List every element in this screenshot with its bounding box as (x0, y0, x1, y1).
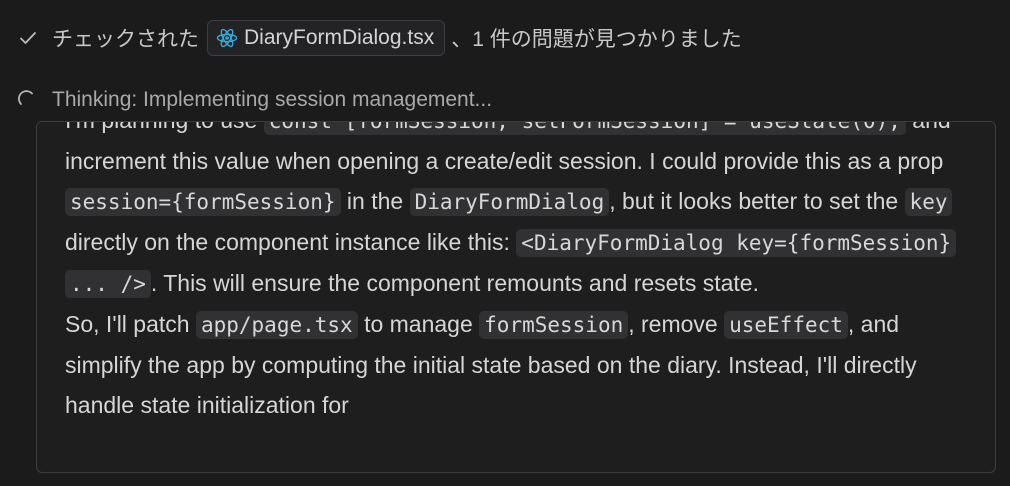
inline-code: session={formSession} (65, 188, 341, 216)
body-text: So, I'll patch (65, 311, 196, 337)
inline-code: DiaryFormDialog (409, 188, 610, 216)
thinking-label: Thinking: Implementing session managemen… (52, 88, 493, 111)
inline-code: app/page.tsx (195, 311, 358, 339)
thinking-header[interactable]: Thinking: Implementing session managemen… (18, 83, 492, 117)
spinner-icon (18, 90, 38, 110)
checked-prefix: チェックされた (52, 28, 199, 51)
checked-suffix: 、1 件の問題が見つかりました (451, 28, 742, 51)
file-chip[interactable]: DiaryFormDialog.tsx (207, 20, 446, 56)
body-text: . This will ensure the component remount… (150, 270, 759, 296)
thinking-content-panel[interactable]: I'm planning to use const [formSession, … (36, 121, 996, 473)
inline-code: key (904, 188, 953, 216)
check-icon (18, 28, 38, 48)
body-text: in the (340, 188, 410, 214)
file-name: DiaryFormDialog.tsx (244, 26, 435, 49)
inline-code: formSession (479, 311, 629, 339)
inline-code: const [formSession, setFormSession] = us… (263, 122, 906, 135)
inline-code: useEffect (724, 311, 848, 339)
body-text: directly on the component instance like … (65, 229, 517, 255)
body-text: to manage (357, 311, 480, 337)
thinking-text: I'm planning to use const [formSession, … (65, 122, 965, 425)
checked-file-row: チェックされた DiaryFormDialog.tsx 、1 件の問題が見つかり… (18, 18, 742, 58)
react-icon (216, 27, 238, 49)
chat-panel: チェックされた DiaryFormDialog.tsx 、1 件の問題が見つかり… (0, 0, 1010, 486)
body-text: I'm planning to use (65, 122, 264, 133)
body-text: , remove (628, 311, 725, 337)
body-text: , but it looks better to set the (609, 188, 905, 214)
